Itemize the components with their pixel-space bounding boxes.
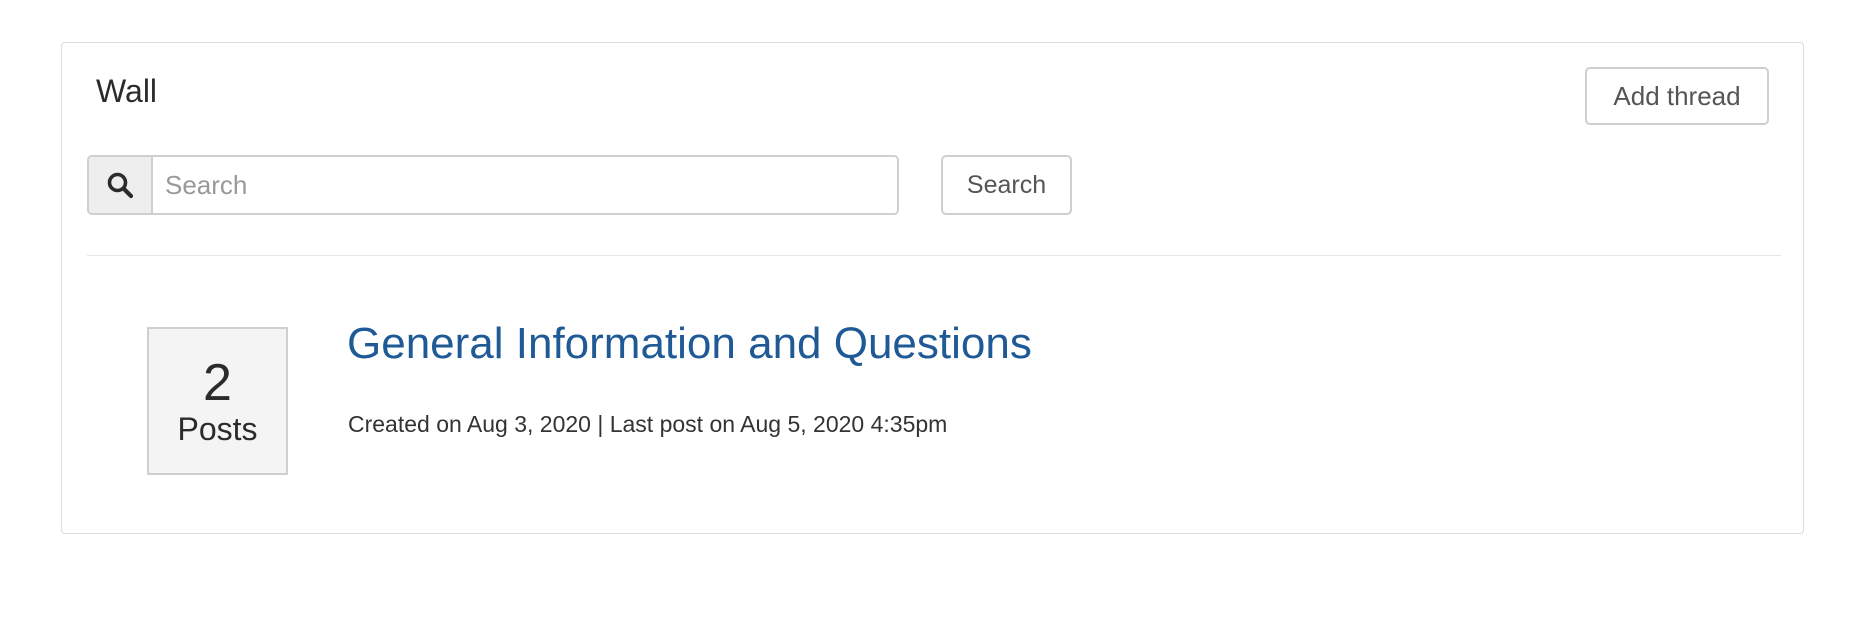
search-group (87, 155, 899, 215)
wall-panel: Wall Add thread Search 2 Posts General I… (61, 42, 1804, 534)
thread-title-link[interactable]: General Information and Questions (347, 319, 1032, 369)
thread-meta: Created on Aug 3, 2020 | Last post on Au… (348, 411, 948, 437)
post-count-box: 2 Posts (147, 327, 288, 475)
panel-title: Wall (96, 73, 158, 109)
divider (87, 255, 1781, 256)
search-icon (89, 157, 153, 213)
add-thread-button[interactable]: Add thread (1585, 67, 1769, 125)
post-count-label: Posts (177, 411, 258, 447)
search-input[interactable] (153, 157, 897, 213)
post-count-number: 2 (203, 354, 232, 412)
search-button[interactable]: Search (941, 155, 1072, 215)
